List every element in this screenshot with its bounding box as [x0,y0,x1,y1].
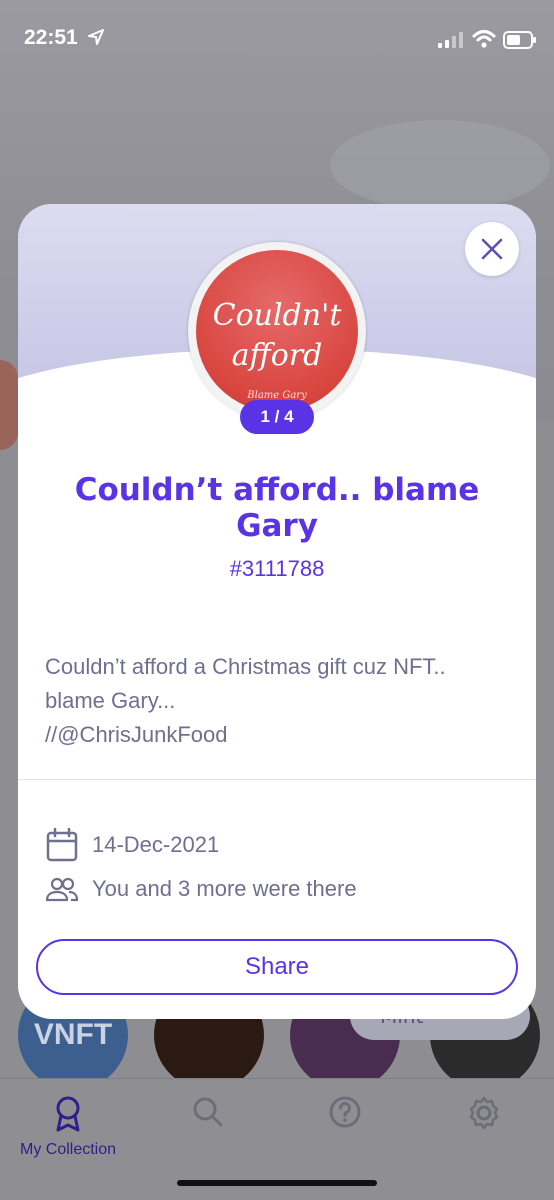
help-icon [329,1096,361,1128]
award-icon [56,1096,80,1132]
gear-icon [469,1096,499,1130]
nft-thumbnail-label: VNFT [33,1018,113,1051]
tab-search[interactable] [148,1095,268,1133]
signal-icon [438,32,463,48]
battery-icon [503,31,536,49]
background-shape [0,360,18,450]
close-button[interactable] [465,222,519,276]
nft-description: Couldn’t afford a Christmas gift cuz NFT… [45,654,446,747]
search-icon [193,1097,223,1127]
tab-label: My Collection [19,1141,117,1158]
status-time: 22:51 [24,26,78,49]
event-date: 14-Dec-2021 [92,832,220,857]
nft-id: #3111788 [229,556,325,581]
people-icon [45,872,79,906]
tab-my-collection[interactable]: My Collection [8,1095,128,1159]
page-counter-badge: 1 / 4 [240,400,314,434]
attendance-row: You and 3 more were there [45,871,357,907]
nft-detail-modal: Couldn't afford Blame Gary 1 / 4 Couldn’… [18,204,536,1019]
divider [18,779,536,780]
wifi-icon [472,30,496,48]
status-bar: 22:51 [0,0,554,84]
location-arrow-icon [88,29,104,45]
badge-text-line: Couldn't [212,298,342,333]
nft-title: Couldn’t afford.. blame Gary [74,472,480,544]
home-indicator [177,1180,377,1186]
nft-badge: Couldn't afford Blame Gary [188,242,366,420]
background-shape [330,120,550,210]
tab-help[interactable] [285,1095,405,1133]
tab-settings[interactable] [424,1095,544,1135]
share-button-label: Share [244,953,310,980]
calendar-icon [45,828,79,862]
attendance-text: You and 3 more were there [92,876,357,901]
share-button[interactable]: Share [36,939,518,995]
date-row: 14-Dec-2021 [45,827,219,863]
nft-badge-image: Couldn't afford Blame Gary [196,250,358,412]
badge-text-line: afford [231,338,323,373]
close-icon [481,238,503,260]
